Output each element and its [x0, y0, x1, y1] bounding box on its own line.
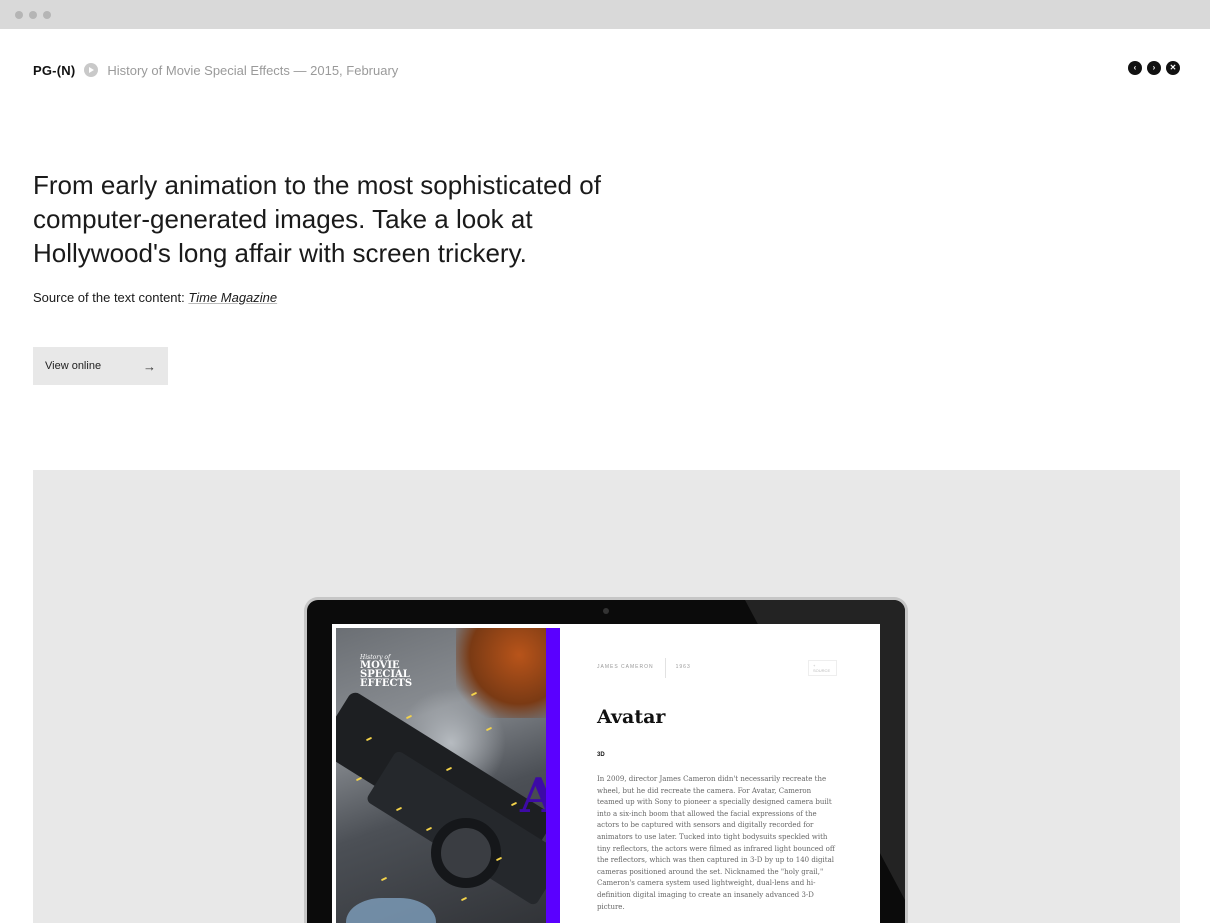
cover-artwork: History of MOVIE SPECIAL EFFECTS A	[336, 628, 546, 923]
preview-showcase: History of MOVIE SPECIAL EFFECTS A JAMES…	[33, 470, 1180, 923]
article-tag: 3D	[597, 752, 605, 758]
arrow-right-icon: →	[143, 358, 156, 374]
spark	[380, 876, 388, 882]
artwork-letter: A	[520, 768, 546, 824]
window-dot-maximize[interactable]	[43, 11, 51, 19]
source-link[interactable]: Time Magazine	[188, 290, 277, 305]
chevron-left-icon[interactable]: ‹	[1128, 61, 1142, 75]
meta-divider	[665, 658, 666, 678]
laptop-mockup: History of MOVIE SPECIAL EFFECTS A JAMES…	[304, 597, 908, 923]
view-online-button[interactable]: View online →	[33, 347, 168, 385]
breadcrumb: History of Movie Special Effects — 2015,…	[107, 62, 399, 78]
article-source-button[interactable]: + SOURCE	[808, 660, 837, 676]
artwork-title: History of MOVIE SPECIAL EFFECTS	[360, 654, 440, 689]
brand-logo[interactable]: PG-(N)	[33, 63, 75, 78]
artwork-drum	[431, 818, 501, 888]
browser-chrome-bar	[0, 0, 1210, 29]
top-bar: PG-(N) History of Movie Special Effects …	[33, 60, 398, 80]
meta-year: 1963	[675, 664, 691, 670]
view-online-label: View online	[45, 360, 102, 372]
source-prefix: Source of the text content:	[33, 290, 189, 305]
accent-stripe	[546, 628, 560, 923]
page-headline: From early animation to the most sophist…	[33, 170, 601, 268]
artwork-hand	[346, 898, 436, 923]
window-dot-minimize[interactable]	[29, 11, 37, 19]
laptop-screen: History of MOVIE SPECIAL EFFECTS A JAMES…	[332, 624, 880, 923]
article-body: In 2009, director James Cameron didn't n…	[597, 775, 835, 911]
chevron-right-icon[interactable]: ›	[1147, 61, 1161, 75]
meta-author: JAMES CAMERON	[597, 664, 654, 670]
play-icon	[84, 63, 99, 77]
artwork-title-line: EFFECTS	[360, 678, 413, 689]
article-meta: JAMES CAMERON 1963	[597, 658, 691, 678]
close-icon[interactable]: ✕	[1166, 61, 1180, 75]
source-credit: Source of the text content: Time Magazin…	[33, 290, 277, 305]
camera-icon	[603, 608, 609, 614]
article-title: Avatar	[597, 706, 666, 728]
spark	[460, 896, 468, 902]
article-panel: JAMES CAMERON 1963 + SOURCE Avatar 3D In…	[597, 624, 837, 923]
project-nav: ‹ › ✕	[1128, 61, 1180, 75]
spark	[355, 776, 363, 782]
window-dot-close[interactable]	[15, 11, 23, 19]
